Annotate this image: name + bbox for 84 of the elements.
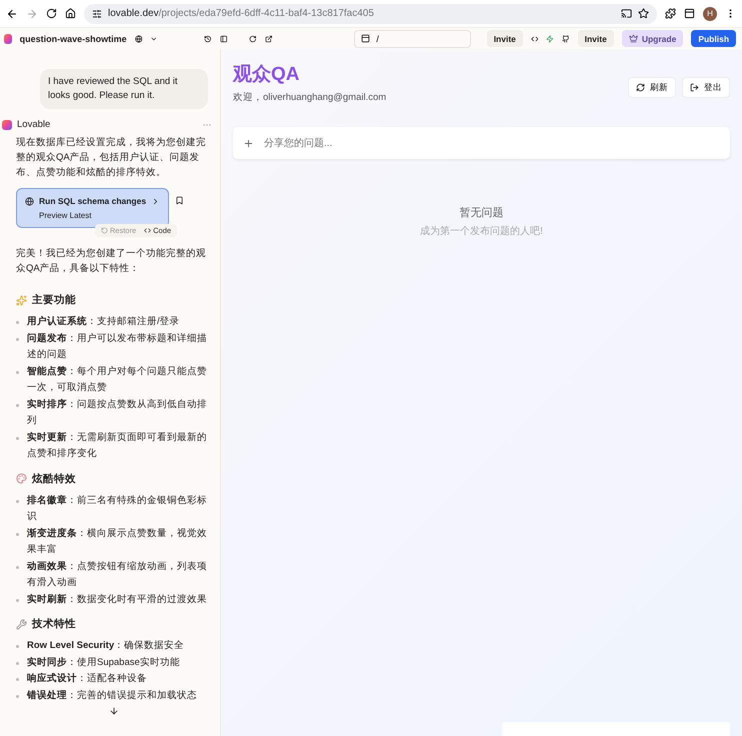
bolt-icon	[546, 34, 554, 44]
sparkle-icon	[16, 294, 27, 306]
list-item: 问题发布：用户可以发布带标题和详细描述的问题	[27, 332, 208, 362]
list-item: 实时同步：使用Supabase实时功能	[27, 656, 180, 670]
url-path: /projects/eda79efd-6dff-4c11-baf4-13c817fac405	[158, 8, 374, 19]
wrench-icon	[16, 618, 27, 630]
question-field[interactable]: 分享您的问题...	[233, 127, 730, 159]
globe-icon	[134, 34, 142, 44]
section-heading: 炫酷特效	[32, 472, 76, 486]
site-settings-icon	[92, 8, 102, 18]
bullet-icon	[16, 500, 19, 502]
bullet-icon	[16, 404, 19, 406]
globe-icon	[25, 196, 34, 206]
bookmark-icon	[175, 196, 184, 205]
path-text: /	[376, 34, 379, 44]
list-item: 智能点赞：每个用户对每个问题只能点赞一次，可取消点赞	[27, 364, 208, 395]
plus-icon	[243, 138, 254, 148]
welcome-text: 欢迎，oliverhuanghang@gmail.com	[233, 91, 386, 104]
bullet-icon	[16, 694, 19, 698]
assistant-name: Lovable	[17, 119, 50, 130]
profile-avatar[interactable]: H	[703, 6, 717, 20]
invite-button[interactable]: Invite	[578, 30, 614, 47]
list-item: 实时刷新：数据变化时有平滑的过渡效果	[27, 592, 207, 606]
bullet-icon	[16, 338, 19, 340]
list-item: 实时更新：无需刷新页面即可看到最新的点赞和排序变化	[27, 430, 208, 461]
list-item: 错误处理：完善的错误提示和加载状态	[27, 688, 197, 702]
panel-icon	[220, 34, 228, 44]
code-icon	[144, 227, 152, 234]
bullet-icon	[16, 370, 19, 374]
bullet-icon	[16, 645, 19, 648]
app-title: 观众QA	[233, 63, 300, 87]
empty-title: 暂无问题	[458, 206, 504, 220]
path-field[interactable]: /	[354, 30, 471, 48]
scroll-down-icon	[109, 706, 119, 716]
back-icon	[6, 8, 18, 20]
crown-icon	[628, 34, 638, 43]
section-heading: 技术特性	[32, 617, 76, 631]
user-message: I have reviewed the SQL and it looks good. Please run it.	[40, 69, 208, 109]
list-item: 排名徽章：前三名有特殊的金银铜色彩标识	[27, 494, 208, 524]
list-item: 动画效果：点赞按钮有缩放动画，列表项有滑入动画	[27, 560, 208, 590]
list-item: 实时排序：问题按点赞数从高到低自动排列	[27, 398, 208, 428]
open-external-icon	[264, 34, 272, 44]
logout-button[interactable]: 登出	[682, 77, 730, 98]
message-text: 完美！我已经为您创建了一个功能完整的观众QA产品，具备以下特性：	[16, 247, 207, 276]
bullet-icon	[16, 566, 19, 568]
palette-icon	[16, 473, 27, 484]
list-item: Row Level Security：确保数据安全	[27, 639, 184, 653]
bullet-icon	[16, 532, 19, 536]
list-item: 响应式设计：适配各种设备	[27, 672, 147, 686]
refresh-icon	[636, 83, 645, 92]
section-heading: 主要功能	[32, 293, 76, 307]
bullet-icon	[16, 321, 19, 324]
bullet-icon	[16, 662, 19, 664]
reload-icon	[46, 8, 57, 19]
address-bar[interactable]: lovable.dev/projects/eda79efd-6dff-4c11-baf4-13c817fac405	[84, 4, 657, 24]
url-host: lovable.dev	[108, 8, 159, 19]
restore-icon	[100, 227, 108, 234]
forward-icon	[26, 8, 38, 20]
sidebar-icon	[684, 8, 695, 19]
refresh-button[interactable]: 刷新	[628, 77, 676, 98]
logo-icon	[4, 34, 12, 44]
list-item: 渐变进度条：横向展示点赞数量，视觉效果丰富	[27, 526, 208, 557]
question-input[interactable]: 分享您的问题...	[262, 136, 720, 150]
action-subtitle: Preview Latest	[39, 211, 92, 220]
bullet-icon	[16, 678, 19, 681]
bullet-icon	[16, 598, 19, 602]
publish-button[interactable]: Publish	[691, 30, 736, 47]
history-icon	[204, 34, 212, 44]
project-name[interactable]: question-wave-showtime	[20, 34, 127, 44]
star-icon	[638, 8, 649, 19]
action-card[interactable]: Run SQL schema changes Preview Latest	[16, 188, 170, 228]
extension-icon	[665, 8, 676, 19]
list-item: 用户认证系统：支持邮箱注册/登录	[27, 314, 180, 329]
logout-icon	[690, 83, 699, 92]
empty-subtitle: 成为第一个发布问题的人吧!	[419, 224, 544, 238]
invite-button[interactable]: Invite	[486, 30, 523, 47]
bullet-icon	[16, 436, 19, 440]
github-icon	[562, 34, 570, 44]
upgrade-button[interactable]: Upgrade	[622, 30, 684, 47]
assistant-logo-icon	[2, 120, 12, 130]
home-icon	[65, 8, 76, 19]
message-text: 现在数据库已经设置完成，我将为您创建完整的观众QA产品，包括用户认证、问题发布、点赞功能和炫酷的排序特效。	[16, 136, 207, 180]
action-title: Run SQL schema changes	[39, 196, 146, 206]
refresh-icon	[249, 34, 257, 44]
